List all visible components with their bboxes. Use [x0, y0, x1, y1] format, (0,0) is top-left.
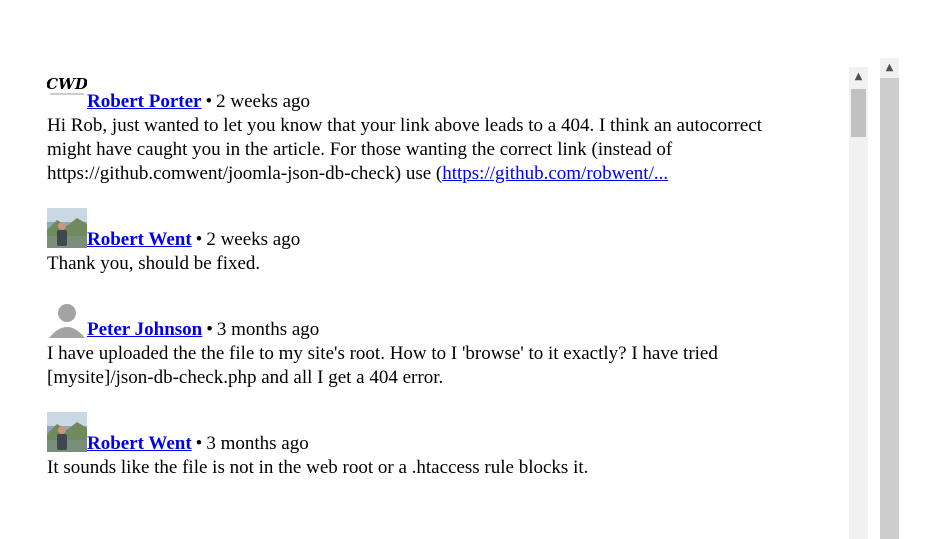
separator: • [205, 91, 213, 112]
comment-body: I have uploaded the the file to my site'… [47, 343, 718, 388]
timestamp: 2 weeks ago [216, 91, 311, 112]
comment-header: Robert Went • 2 weeks ago [47, 208, 807, 252]
comment: CWD Robert Porter • 2 weeks ago Hi Rob, ju… [47, 70, 807, 186]
comment-body: Thank you, should be fixed. [47, 253, 261, 274]
svg-text:CWD: CWD [47, 75, 87, 93]
timestamp: 3 months ago [206, 433, 309, 454]
scroll-thumb[interactable] [851, 89, 866, 137]
separator: • [206, 319, 213, 340]
photo-avatar-icon [47, 208, 87, 248]
comment-meta: Robert Went • 3 months ago [87, 432, 309, 456]
default-user-icon [47, 298, 87, 338]
timestamp: 3 months ago [216, 319, 320, 340]
author-link[interactable]: Robert Porter [87, 91, 201, 112]
cwd-logo-icon: CWD [47, 70, 87, 110]
comment: Peter Johnson • 3 months ago I have upload… [47, 298, 807, 390]
comment-header: Robert Went • 3 months ago [47, 412, 807, 456]
separator: • [195, 433, 203, 454]
comment-meta: Robert Porter • 2 weeks ago [87, 90, 310, 114]
scroll-up-icon[interactable]: ▲ [849, 67, 868, 87]
inner-scrollbar[interactable]: ▲ [849, 67, 868, 539]
comment-list: CWD Robert Porter • 2 weeks ago Hi Rob, ju… [47, 70, 807, 502]
author-link[interactable]: Robert Went [87, 433, 192, 454]
comments-frame: CWD Robert Porter • 2 weeks ago Hi Rob, ju… [0, 0, 870, 539]
comment-header: CWD Robert Porter • 2 weeks ago [47, 70, 807, 114]
avatar[interactable] [47, 412, 87, 452]
comment-meta: Robert Went • 2 weeks ago [87, 228, 300, 252]
comment: Robert Went • 3 months ago It sounds like … [47, 412, 807, 480]
github-link[interactable]: https://github.com/robwent/... [442, 163, 668, 184]
comment-body: Hi Rob, just wanted to let you know that… [47, 114, 807, 186]
timestamp: 2 weeks ago [206, 229, 301, 250]
comment-meta: Peter Johnson • 3 months ago [87, 318, 319, 342]
page-scrollbar[interactable]: ▲ [880, 58, 899, 539]
author-link[interactable]: Robert Went [87, 229, 192, 250]
photo-avatar-icon [47, 412, 87, 452]
avatar[interactable] [47, 208, 87, 248]
avatar[interactable] [47, 298, 87, 338]
scroll-up-icon[interactable]: ▲ [880, 58, 899, 78]
author-link[interactable]: Peter Johnson [87, 319, 202, 340]
comment-header: Peter Johnson • 3 months ago [47, 298, 807, 342]
separator: • [195, 229, 203, 250]
comment-body: It sounds like the file is not in the we… [47, 457, 589, 478]
avatar[interactable]: CWD [47, 70, 87, 110]
comment: Robert Went • 2 weeks ago Thank you, shoul… [47, 208, 807, 276]
